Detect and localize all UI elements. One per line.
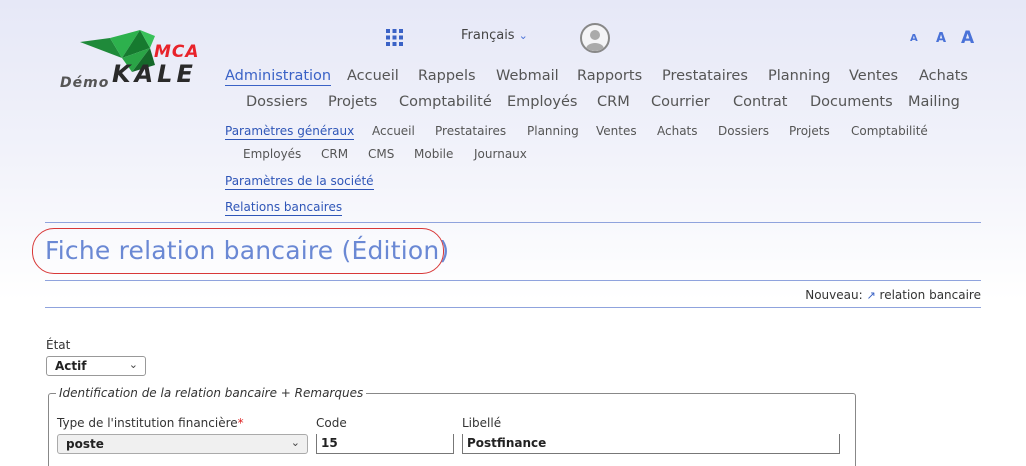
nav-employes[interactable]: Employés <box>507 94 577 110</box>
language-selector[interactable]: Français ⌄ <box>461 28 528 43</box>
header-divider <box>45 222 981 223</box>
brand-kale: KALE <box>112 60 197 88</box>
page-title: Fiche relation bancaire (Édition) <box>45 236 450 265</box>
subnav-mobile[interactable]: Mobile <box>414 147 453 161</box>
nav-rapports[interactable]: Rapports <box>577 68 642 84</box>
font-size-small-button[interactable]: A <box>910 33 918 44</box>
new-bank-relation-link[interactable]: ↗ relation bancaire <box>866 288 981 302</box>
institution-type-select[interactable]: poste ⌄ <box>57 434 308 454</box>
code-input[interactable]: 15 <box>316 434 454 454</box>
subnav-crm[interactable]: CRM <box>321 147 348 161</box>
fieldset-legend: Identification de la relation bancaire +… <box>56 386 367 400</box>
nav-ventes[interactable]: Ventes <box>849 68 898 84</box>
nav-administration[interactable]: Administration <box>225 68 332 86</box>
apps-grid-icon[interactable] <box>386 29 403 46</box>
language-label: Français <box>461 28 515 43</box>
subnav-journaux[interactable]: Journaux <box>474 147 527 161</box>
institution-type-label: Type de l'institution financière* <box>57 416 244 430</box>
code-label: Code <box>316 416 347 430</box>
brand-mca: MCA <box>154 42 200 62</box>
title-divider <box>45 280 981 281</box>
required-mark: * <box>237 416 244 430</box>
nav-dossiers[interactable]: Dossiers <box>246 94 308 110</box>
user-icon <box>586 30 604 51</box>
subnav-relations-bancaires[interactable]: Relations bancaires <box>225 200 343 216</box>
institution-type-value: poste <box>66 437 104 451</box>
subnav-projets[interactable]: Projets <box>789 124 830 138</box>
nav-comptabilite[interactable]: Comptabilité <box>399 94 492 110</box>
chevron-down-icon: ⌄ <box>128 358 138 371</box>
nav-courrier[interactable]: Courrier <box>651 94 710 110</box>
app-logo[interactable]: MCA Démo KALE <box>60 30 220 100</box>
chevron-down-icon: ⌄ <box>290 436 300 449</box>
subnav-prestataires[interactable]: Prestataires <box>435 124 506 138</box>
nav-crm[interactable]: CRM <box>597 94 630 110</box>
subnav-ventes[interactable]: Ventes <box>596 124 637 138</box>
external-link-icon: ↗ <box>866 289 876 302</box>
nav-accueil[interactable]: Accueil <box>347 68 399 84</box>
nav-achats[interactable]: Achats <box>919 68 968 84</box>
state-select[interactable]: Actif ⌄ <box>46 356 146 376</box>
brand-demo: Démo <box>60 75 110 91</box>
nav-projets[interactable]: Projets <box>328 94 377 110</box>
libelle-input[interactable]: Postfinance <box>462 434 840 454</box>
state-label: État <box>46 338 71 352</box>
state-value: Actif <box>55 359 87 373</box>
nav-planning[interactable]: Planning <box>768 68 830 84</box>
nav-mailing[interactable]: Mailing <box>908 94 960 110</box>
subnav-parametres-societe[interactable]: Paramètres de la société <box>225 174 374 190</box>
new-record-bar: Nouveau: ↗ relation bancaire <box>805 288 981 302</box>
new-link-label: relation bancaire <box>879 288 981 302</box>
user-avatar[interactable] <box>580 23 610 53</box>
new-label: Nouveau: <box>805 288 863 302</box>
subnav-parametres-generaux[interactable]: Paramètres généraux <box>225 124 355 140</box>
nav-webmail[interactable]: Webmail <box>496 68 559 84</box>
subnav-planning[interactable]: Planning <box>527 124 579 138</box>
subnav-accueil[interactable]: Accueil <box>372 124 415 138</box>
toolbar-divider <box>45 307 981 308</box>
subnav-comptabilite[interactable]: Comptabilité <box>851 124 928 138</box>
subnav-cms[interactable]: CMS <box>368 147 394 161</box>
subnav-dossiers[interactable]: Dossiers <box>718 124 769 138</box>
chevron-down-icon: ⌄ <box>518 29 528 42</box>
subnav-employes[interactable]: Employés <box>243 147 301 161</box>
font-size-medium-button[interactable]: A <box>936 31 946 46</box>
institution-type-label-text: Type de l'institution financière <box>57 416 238 430</box>
nav-prestataires[interactable]: Prestataires <box>662 68 748 84</box>
nav-contrat[interactable]: Contrat <box>733 94 787 110</box>
nav-rappels[interactable]: Rappels <box>418 68 476 84</box>
subnav-achats[interactable]: Achats <box>657 124 698 138</box>
nav-documents[interactable]: Documents <box>810 94 893 110</box>
libelle-label: Libellé <box>462 416 502 430</box>
font-size-large-button[interactable]: A <box>961 28 974 48</box>
